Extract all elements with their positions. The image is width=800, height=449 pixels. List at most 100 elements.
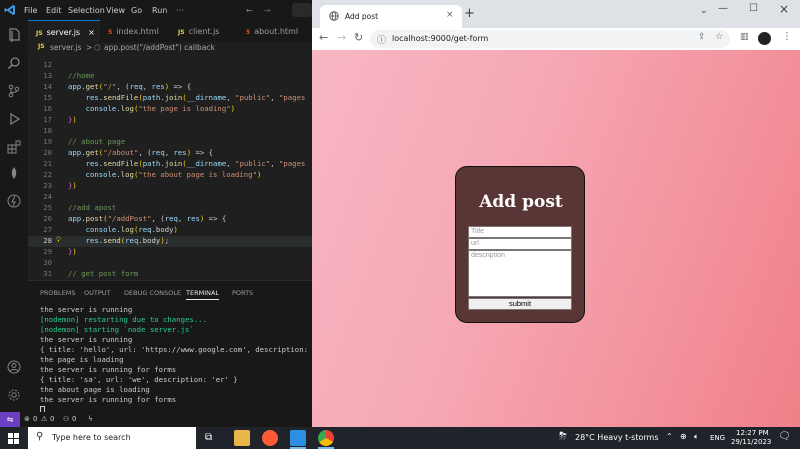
close-icon[interactable]: × bbox=[88, 28, 95, 37]
code-line[interactable]: 18 bbox=[28, 126, 312, 137]
terminal-line: the server is running for forms bbox=[40, 365, 177, 374]
search-icon[interactable] bbox=[7, 56, 21, 70]
warnings-icon[interactable]: ⚠ bbox=[41, 415, 47, 423]
code-text: res.send(req.body); bbox=[85, 236, 170, 245]
menu-edit[interactable]: Edit bbox=[46, 6, 62, 15]
remote-icon[interactable]: ⇋ bbox=[0, 412, 20, 427]
title-input[interactable]: Title bbox=[468, 226, 572, 238]
menu-run[interactable]: Run bbox=[152, 6, 167, 15]
form-heading: Add post bbox=[479, 192, 563, 212]
code-line[interactable]: 21 res.sendFile(path.join(__dirname, "pu… bbox=[28, 159, 312, 170]
new-tab-icon[interactable]: + bbox=[464, 6, 475, 21]
account-icon[interactable] bbox=[7, 360, 21, 374]
chrome-taskbar-icon[interactable] bbox=[318, 430, 334, 446]
share-icon[interactable]: ⇪ bbox=[698, 32, 706, 42]
breadcrumb-file[interactable]: server.js bbox=[50, 43, 81, 52]
network-icon[interactable]: ⊕ bbox=[680, 432, 687, 441]
code-line[interactable]: 26 app.post("/addPost", (req, res) => { bbox=[28, 214, 312, 225]
more-menu-icon[interactable]: ··· bbox=[176, 6, 184, 15]
menu-selection[interactable]: Selection bbox=[68, 6, 105, 15]
tab-search-icon[interactable]: ⌄ bbox=[700, 6, 708, 16]
line-number: 21 bbox=[43, 159, 52, 168]
code-line[interactable]: 29}) bbox=[28, 247, 312, 258]
volume-icon[interactable]: 🔈︎ bbox=[694, 432, 699, 442]
maximize-icon[interactable]: ☐ bbox=[749, 3, 758, 14]
file-explorer-icon[interactable] bbox=[234, 430, 250, 446]
minimize-icon[interactable]: — bbox=[718, 3, 728, 14]
ports-icon[interactable]: ⚇ bbox=[63, 415, 69, 423]
profile-avatar[interactable] bbox=[758, 32, 771, 45]
lightbulb-icon[interactable]: 💡︎ bbox=[56, 236, 61, 245]
chrome-menu-icon[interactable]: ⋮ bbox=[782, 31, 792, 42]
code-line[interactable]: 25 //add apost bbox=[28, 203, 312, 214]
code-line[interactable]: 22 console.log("the about page is loadin… bbox=[28, 170, 312, 181]
code-line[interactable]: 17}) bbox=[28, 115, 312, 126]
code-editor[interactable]: 12 13 //home 14 app.get("/", (req, res) => {… bbox=[28, 54, 312, 280]
tab-client-js[interactable]: JS client.js bbox=[170, 20, 236, 42]
menu-view[interactable]: View bbox=[106, 6, 125, 15]
tab-index-html[interactable]: 5 index.html bbox=[100, 20, 170, 42]
code-line[interactable]: 31 // get post form bbox=[28, 269, 312, 280]
source-control-icon[interactable] bbox=[7, 84, 21, 98]
tab-about-html[interactable]: 5 about.html bbox=[238, 20, 312, 42]
submit-button[interactable]: submit bbox=[468, 298, 572, 310]
weather-text[interactable]: 28°C Heavy t-storms bbox=[575, 433, 659, 442]
terminal-output[interactable]: the server is running [nodemon] restartin… bbox=[40, 305, 312, 415]
code-line[interactable]: 20 app.get("/about", (req, res) => { bbox=[28, 148, 312, 159]
mongodb-icon[interactable] bbox=[7, 166, 21, 180]
extensions-icon[interactable] bbox=[7, 140, 21, 154]
description-textarea[interactable]: description bbox=[468, 250, 572, 297]
notifications-icon[interactable]: 🗨︎ bbox=[778, 431, 791, 442]
forward-icon[interactable]: → bbox=[337, 31, 346, 44]
tab-output[interactable]: OUTPUT bbox=[84, 289, 111, 297]
taskbar-search[interactable]: ⚲ Type here to search bbox=[28, 427, 196, 449]
code-line[interactable]: 30 bbox=[28, 258, 312, 269]
code-line[interactable]: 23}) bbox=[28, 181, 312, 192]
code-line[interactable]: 27 console.log(req.body) bbox=[28, 225, 312, 236]
lightning-icon[interactable]: ϟ bbox=[88, 415, 93, 423]
tab-terminal[interactable]: TERMINAL bbox=[186, 289, 220, 300]
close-window-icon[interactable]: × bbox=[779, 2, 789, 16]
breadcrumb-symbol[interactable]: app.post("/addPost") callback bbox=[104, 43, 215, 52]
windows-start-icon[interactable] bbox=[8, 433, 19, 444]
code-line[interactable]: 14 app.get("/", (req, res) => { bbox=[28, 82, 312, 93]
run-debug-icon[interactable] bbox=[7, 112, 21, 126]
address-bar[interactable]: ⓘ localhost:9000/get-form ⇪ ☆ bbox=[370, 30, 730, 48]
weather-icon[interactable]: ⛈ bbox=[559, 431, 567, 442]
thunder-client-icon[interactable] bbox=[7, 194, 21, 208]
tab-problems[interactable]: PROBLEMS bbox=[40, 289, 75, 297]
errors-icon[interactable]: ⊗ bbox=[24, 415, 30, 423]
clock-date[interactable]: 29/11/2023 bbox=[731, 438, 771, 446]
task-view-icon[interactable]: ⧉ bbox=[205, 432, 212, 443]
tab-debug-console[interactable]: DEBUG CONSOLE bbox=[124, 289, 181, 297]
code-line[interactable]: 24 bbox=[28, 192, 312, 203]
code-line[interactable]: 13 //home bbox=[28, 71, 312, 82]
code-line[interactable]: 15 res.sendFile(path.join(__dirname, "pu… bbox=[28, 93, 312, 104]
menu-file[interactable]: File bbox=[24, 6, 37, 15]
command-center[interactable] bbox=[292, 3, 312, 17]
settings-gear-icon[interactable] bbox=[7, 388, 21, 402]
browser-tab[interactable]: Add post × bbox=[320, 5, 462, 28]
back-icon[interactable]: ← bbox=[319, 31, 328, 44]
url-input[interactable]: url bbox=[468, 238, 572, 250]
clock-time[interactable]: 12:27 PM bbox=[736, 429, 769, 437]
language-indicator[interactable]: ENG bbox=[710, 434, 725, 442]
side-panel-icon[interactable]: ▥ bbox=[740, 32, 749, 42]
vscode-taskbar-icon[interactable] bbox=[290, 430, 306, 446]
explorer-icon[interactable] bbox=[7, 28, 21, 42]
back-arrow-icon[interactable]: ← bbox=[246, 6, 253, 15]
code-line[interactable]: 28 res.send(req.body); 💡︎ bbox=[28, 236, 312, 247]
tab-ports[interactable]: PORTS bbox=[232, 289, 253, 297]
menu-go[interactable]: Go bbox=[131, 6, 142, 15]
code-line[interactable]: 19 // about page bbox=[28, 137, 312, 148]
bookmark-star-icon[interactable]: ☆ bbox=[715, 32, 723, 42]
forward-arrow-icon[interactable]: → bbox=[264, 6, 271, 15]
pen-app-icon[interactable] bbox=[262, 430, 278, 446]
reload-icon[interactable]: ↻ bbox=[354, 31, 363, 44]
tab-server-js[interactable]: JS server.js × bbox=[28, 20, 100, 42]
code-line[interactable]: 16 console.log("the page is loading") bbox=[28, 104, 312, 115]
code-line[interactable]: 12 bbox=[28, 60, 312, 71]
tray-chevron-icon[interactable]: ⌃ bbox=[666, 432, 673, 441]
site-info-icon[interactable]: ⓘ bbox=[377, 33, 386, 46]
close-tab-icon[interactable]: × bbox=[446, 10, 454, 20]
